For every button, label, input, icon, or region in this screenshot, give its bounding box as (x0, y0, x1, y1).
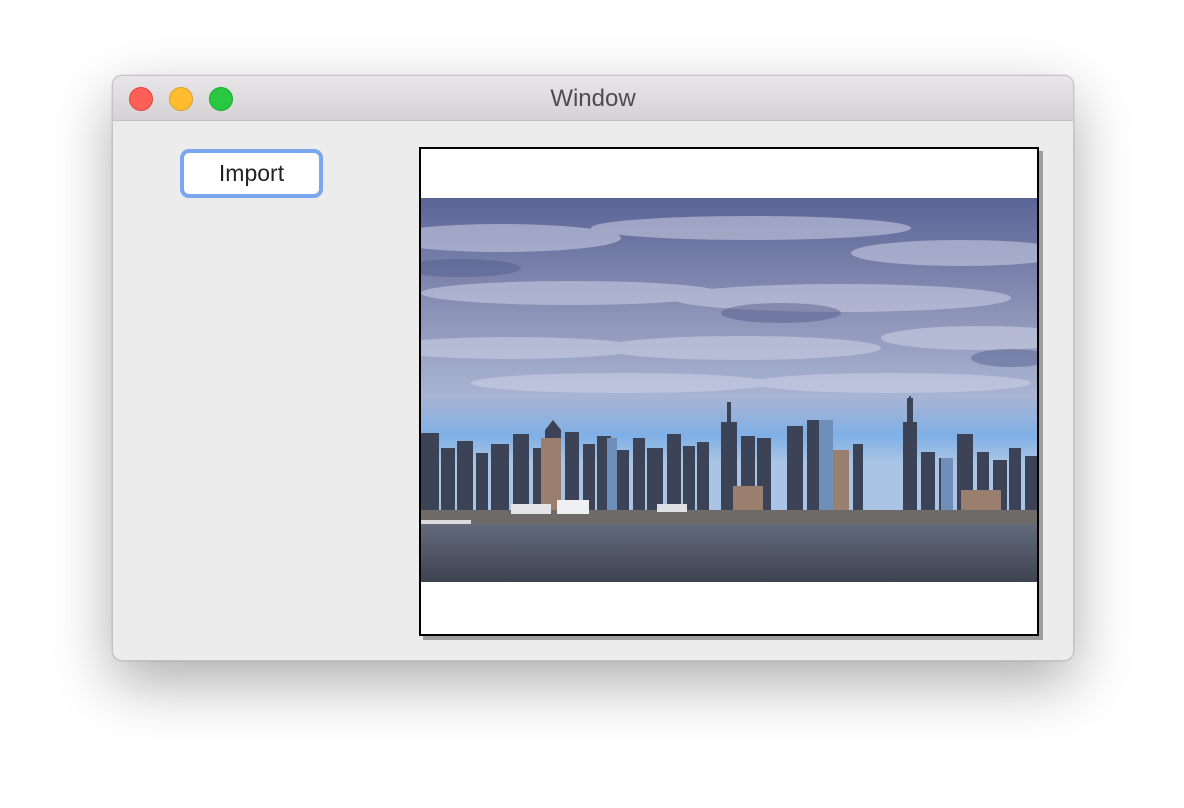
window-title: Window (550, 85, 636, 112)
city-skyline-photo (421, 198, 1037, 582)
title-bar[interactable]: Window (113, 76, 1073, 121)
import-button[interactable]: Import (180, 149, 323, 198)
app-window: Window Import (112, 75, 1074, 661)
image-view[interactable] (419, 147, 1039, 636)
